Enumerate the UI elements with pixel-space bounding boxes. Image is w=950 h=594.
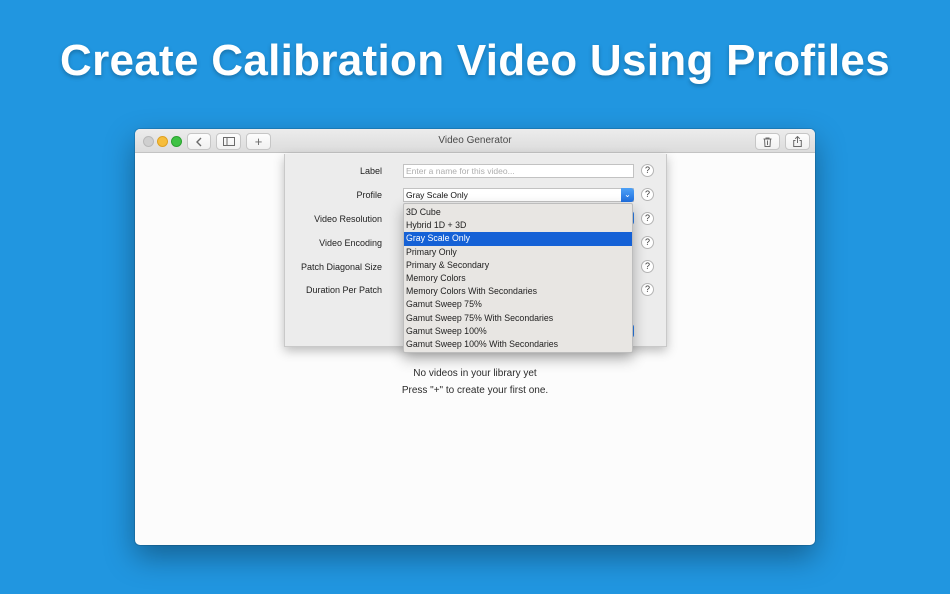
plus-icon: + xyxy=(254,134,263,149)
video-resolution-label: Video Resolution xyxy=(314,214,382,224)
profile-option[interactable]: Gamut Sweep 100% xyxy=(404,325,632,338)
profile-option[interactable]: Gamut Sweep 75% xyxy=(404,298,632,311)
label-help-button[interactable]: ? xyxy=(641,164,654,177)
duration-per-patch-help-button[interactable]: ? xyxy=(641,283,654,296)
chevron-left-icon xyxy=(196,137,202,146)
video-resolution-help-button[interactable]: ? xyxy=(641,212,654,225)
profile-option[interactable]: Memory Colors xyxy=(404,272,632,285)
profile-option[interactable]: 3D Cube xyxy=(404,206,632,219)
title-bar: + Video Generator xyxy=(135,129,815,153)
chevron-down-icon[interactable]: ⌄ xyxy=(621,188,634,202)
video-encoding-label: Video Encoding xyxy=(319,238,382,248)
minimize-window-button[interactable] xyxy=(157,136,168,147)
delete-button[interactable] xyxy=(755,133,780,150)
profile-option[interactable]: Gamut Sweep 75% With Secondaries xyxy=(404,312,632,325)
back-button[interactable] xyxy=(187,133,211,150)
patch-diagonal-size-label: Patch Diagonal Size xyxy=(300,262,382,272)
profile-select-value: Gray Scale Only xyxy=(406,190,468,200)
close-window-button[interactable] xyxy=(143,136,154,147)
profile-dropdown-menu: 3D Cube Hybrid 1D + 3D Gray Scale Only P… xyxy=(403,203,633,353)
video-encoding-help-button[interactable]: ? xyxy=(641,236,654,249)
label-input[interactable] xyxy=(403,164,634,178)
profile-option[interactable]: Primary Only xyxy=(404,246,632,259)
duration-per-patch-label: Duration Per Patch xyxy=(305,285,382,295)
empty-state-hint: Press "+" to create your first one. xyxy=(401,385,549,396)
sidebar-icon xyxy=(222,137,235,146)
profile-option[interactable]: Memory Colors With Secondaries xyxy=(404,285,632,298)
profile-option[interactable]: Primary & Secondary xyxy=(404,259,632,272)
profile-select[interactable]: Gray Scale Only ⌄ xyxy=(403,188,634,202)
label-field-label: Label xyxy=(359,166,382,176)
headline: Create Calibration Video Using Profiles xyxy=(60,36,890,85)
profile-field-label: Profile xyxy=(356,190,382,200)
empty-state-title: No videos in your library yet xyxy=(413,368,537,379)
profile-option[interactable]: Hybrid 1D + 3D xyxy=(404,219,632,232)
share-button[interactable] xyxy=(785,133,810,150)
profile-help-button[interactable]: ? xyxy=(641,188,654,201)
share-icon xyxy=(793,136,802,147)
profile-option-selected[interactable]: Gray Scale Only xyxy=(404,232,632,246)
add-video-button[interactable]: + xyxy=(246,133,271,150)
profile-option[interactable]: Gamut Sweep 100% With Secondaries xyxy=(404,338,632,351)
patch-diagonal-size-help-button[interactable]: ? xyxy=(641,260,654,273)
trash-icon xyxy=(763,137,772,147)
toggle-sidebar-button[interactable] xyxy=(216,133,241,150)
zoom-window-button[interactable] xyxy=(171,136,182,147)
